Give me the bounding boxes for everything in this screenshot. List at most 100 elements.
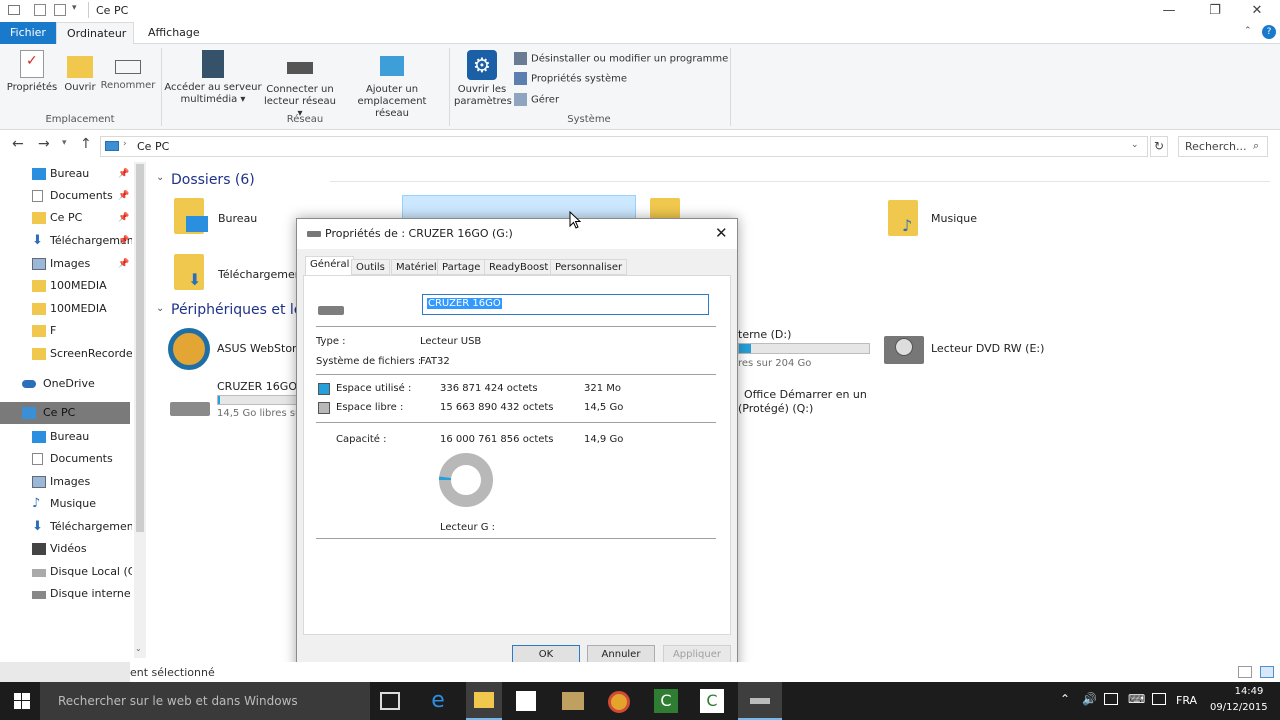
up-arrow-icon[interactable]: ↑ xyxy=(80,136,92,152)
dialog-tab-readyboost[interactable]: ReadyBoost xyxy=(484,259,554,275)
drive-properties-taskbar-button[interactable] xyxy=(738,682,782,720)
media-app-icon[interactable] xyxy=(562,692,584,710)
ouvrir-parametres-button[interactable]: ⚙ Ouvrir les paramètres xyxy=(454,50,512,108)
dialog-tab-partage[interactable]: Partage xyxy=(437,259,486,275)
nav-item-disque-local[interactable]: Disque Local (C: xyxy=(0,561,132,583)
camtasia-recorder-icon[interactable]: C xyxy=(700,689,724,713)
minimize-button[interactable]: — xyxy=(1146,0,1192,22)
folder-icon xyxy=(8,5,20,15)
dialog-tab-personnaliser[interactable]: Personnaliser xyxy=(550,259,628,275)
nav-item-telechargements[interactable]: ⬇Téléchargements📌 xyxy=(0,230,132,252)
close-button[interactable]: ✕ xyxy=(1234,0,1280,22)
connecter-lecteur-reseau-button[interactable]: Connecter un lecteur réseau ▾ xyxy=(260,50,340,120)
ouvrir-button[interactable]: Ouvrir xyxy=(62,50,98,94)
dialog-tab-general[interactable]: Général xyxy=(305,256,355,276)
proprietes-button[interactable]: ✓ Propriétés xyxy=(6,50,58,94)
nav-item-pc-documents[interactable]: Documents xyxy=(0,448,132,470)
acceder-serveur-multimedia-button[interactable]: Accéder au serveur multimédia ▾ xyxy=(164,50,262,106)
nav-item-bureau[interactable]: Bureau 📌 xyxy=(0,163,132,185)
clock-date[interactable]: 09/12/2015 xyxy=(1210,702,1268,713)
nav-item-100media-2[interactable]: 100MEDIA xyxy=(0,298,132,320)
chrome-icon[interactable] xyxy=(608,691,630,713)
nav-item-screenrecorder[interactable]: ScreenRecorder xyxy=(0,343,132,365)
nav-item-100media-1[interactable]: 100MEDIA xyxy=(0,275,132,297)
tab-affichage[interactable]: Affichage xyxy=(138,22,210,44)
collapse-folders-icon[interactable]: ⌄ xyxy=(156,172,164,183)
collapse-devices-icon[interactable]: ⌄ xyxy=(156,303,164,314)
details-view-icon[interactable] xyxy=(1238,666,1252,678)
devices-header[interactable]: Périphériques et lect xyxy=(171,302,316,318)
task-view-icon[interactable] xyxy=(380,692,400,710)
folder-tile-musique[interactable]: ♪ Musique xyxy=(888,200,1088,244)
notifications-icon[interactable] xyxy=(1152,693,1166,705)
forward-arrow-icon[interactable]: → xyxy=(38,136,50,152)
properties-icon: ✓ xyxy=(20,50,44,78)
help-icon[interactable]: ? xyxy=(1262,25,1276,39)
language-indicator[interactable]: FRA xyxy=(1176,694,1197,707)
ajouter-emplacement-reseau-button[interactable]: Ajouter un emplacement réseau xyxy=(340,50,444,120)
gerer-button[interactable]: Gérer xyxy=(514,93,559,106)
renommer-button[interactable]: Renommer xyxy=(100,50,156,92)
address-bar[interactable]: › Ce PC ⌄ xyxy=(100,136,1148,157)
device-asus-webstorage[interactable]: ASUS WebStorag xyxy=(168,328,310,370)
nav-item-pc-videos[interactable]: Vidéos xyxy=(0,538,132,560)
network-icon[interactable] xyxy=(1104,693,1118,705)
refresh-icon[interactable]: ↻ xyxy=(1150,136,1168,157)
mouse-cursor-icon xyxy=(569,211,581,229)
nav-item-ce-pc[interactable]: Ce PC 📌 xyxy=(0,207,132,229)
nav-item-pc-telechargements[interactable]: ⬇ Téléchargements xyxy=(0,516,132,538)
device-dvd-rw-e[interactable]: Lecteur DVD RW (E:) xyxy=(884,330,1084,370)
new-folder-quick-icon[interactable] xyxy=(54,4,66,16)
ribbon-tabs: Fichier Ordinateur Affichage ⌃ ? xyxy=(0,22,1280,44)
drive-name-input[interactable]: CRUZER 16GO xyxy=(422,294,709,315)
nav-item-this-pc[interactable]: Ce PC xyxy=(0,402,130,424)
divider xyxy=(730,48,731,126)
ribbon-expand-icon[interactable]: ⌃ xyxy=(1244,26,1252,36)
tab-fichier[interactable]: Fichier xyxy=(0,22,56,44)
nav-item-disque-interne[interactable]: Disque interne (I xyxy=(0,583,132,605)
nav-item-pc-bureau[interactable]: Bureau xyxy=(0,426,132,448)
scrollbar-thumb[interactable] xyxy=(136,164,144,532)
clock-time[interactable]: 14:49 xyxy=(1222,686,1276,697)
volume-icon[interactable]: 🔊 xyxy=(1082,692,1097,706)
tab-ordinateur[interactable]: Ordinateur xyxy=(56,22,134,44)
show-hidden-icons-icon[interactable]: ⌃ xyxy=(1060,692,1070,706)
camtasia-icon[interactable]: C xyxy=(654,689,678,713)
store-icon[interactable] xyxy=(516,691,536,711)
keyboard-icon[interactable]: ⌨ xyxy=(1128,692,1145,706)
large-icons-view-icon[interactable] xyxy=(1260,666,1274,678)
windows-start-icon[interactable] xyxy=(14,693,30,709)
nav-item-documents[interactable]: Documents 📌 xyxy=(0,185,132,207)
search-placeholder: Recherch... xyxy=(1185,140,1247,153)
device-cruzer-16go[interactable]: CRUZER 16GO (G 14,5 Go libres su xyxy=(168,378,313,424)
folders-header[interactable]: Dossiers (6) xyxy=(171,172,255,188)
nav-scrollbar[interactable]: ⌄ xyxy=(134,162,146,658)
dialog-tab-outils[interactable]: Outils xyxy=(351,259,390,275)
search-input[interactable]: Recherch... ⌕ xyxy=(1178,136,1268,157)
nav-item-f[interactable]: F xyxy=(0,320,132,342)
taskbar-search-box[interactable]: Rechercher sur le web et dans Windows xyxy=(40,682,370,720)
device-disque-interne-d[interactable]: terne (D:) res sur 204 Go xyxy=(738,328,878,372)
scroll-down-icon[interactable]: ⌄ xyxy=(135,644,142,653)
desktop-icon xyxy=(32,168,46,180)
address-dropdown-icon[interactable]: ⌄ xyxy=(1131,140,1139,150)
file-explorer-taskbar-button[interactable] xyxy=(466,682,502,720)
quick-access-dropdown-icon[interactable]: ▾ xyxy=(72,3,77,13)
properties-quick-icon[interactable] xyxy=(34,4,46,16)
edge-browser-icon[interactable]: e xyxy=(425,688,451,714)
nav-item-images[interactable]: Images 📌 xyxy=(0,253,132,275)
maximize-button[interactable]: ❐ xyxy=(1192,0,1238,22)
back-arrow-icon[interactable]: ← xyxy=(12,136,24,152)
recent-locations-icon[interactable]: ▾ xyxy=(62,138,67,148)
nav-item-pc-images[interactable]: Images xyxy=(0,471,132,493)
uninstall-icon xyxy=(514,52,527,65)
desinstaller-programme-button[interactable]: Désinstaller ou modifier un programme xyxy=(514,52,728,65)
nav-item-pc-musique[interactable]: ♪ Musique xyxy=(0,493,132,515)
divider xyxy=(88,2,89,18)
nav-item-onedrive[interactable]: OneDrive xyxy=(0,373,132,395)
dialog-close-icon[interactable]: ✕ xyxy=(715,224,728,242)
type-label: Type : xyxy=(316,336,346,347)
device-office-q[interactable]: Office Démarrer en un (Protégé) (Q:) xyxy=(738,386,938,416)
dialog-tab-materiel[interactable]: Matériel xyxy=(391,259,442,275)
proprietes-systeme-button[interactable]: Propriétés système xyxy=(514,72,627,85)
